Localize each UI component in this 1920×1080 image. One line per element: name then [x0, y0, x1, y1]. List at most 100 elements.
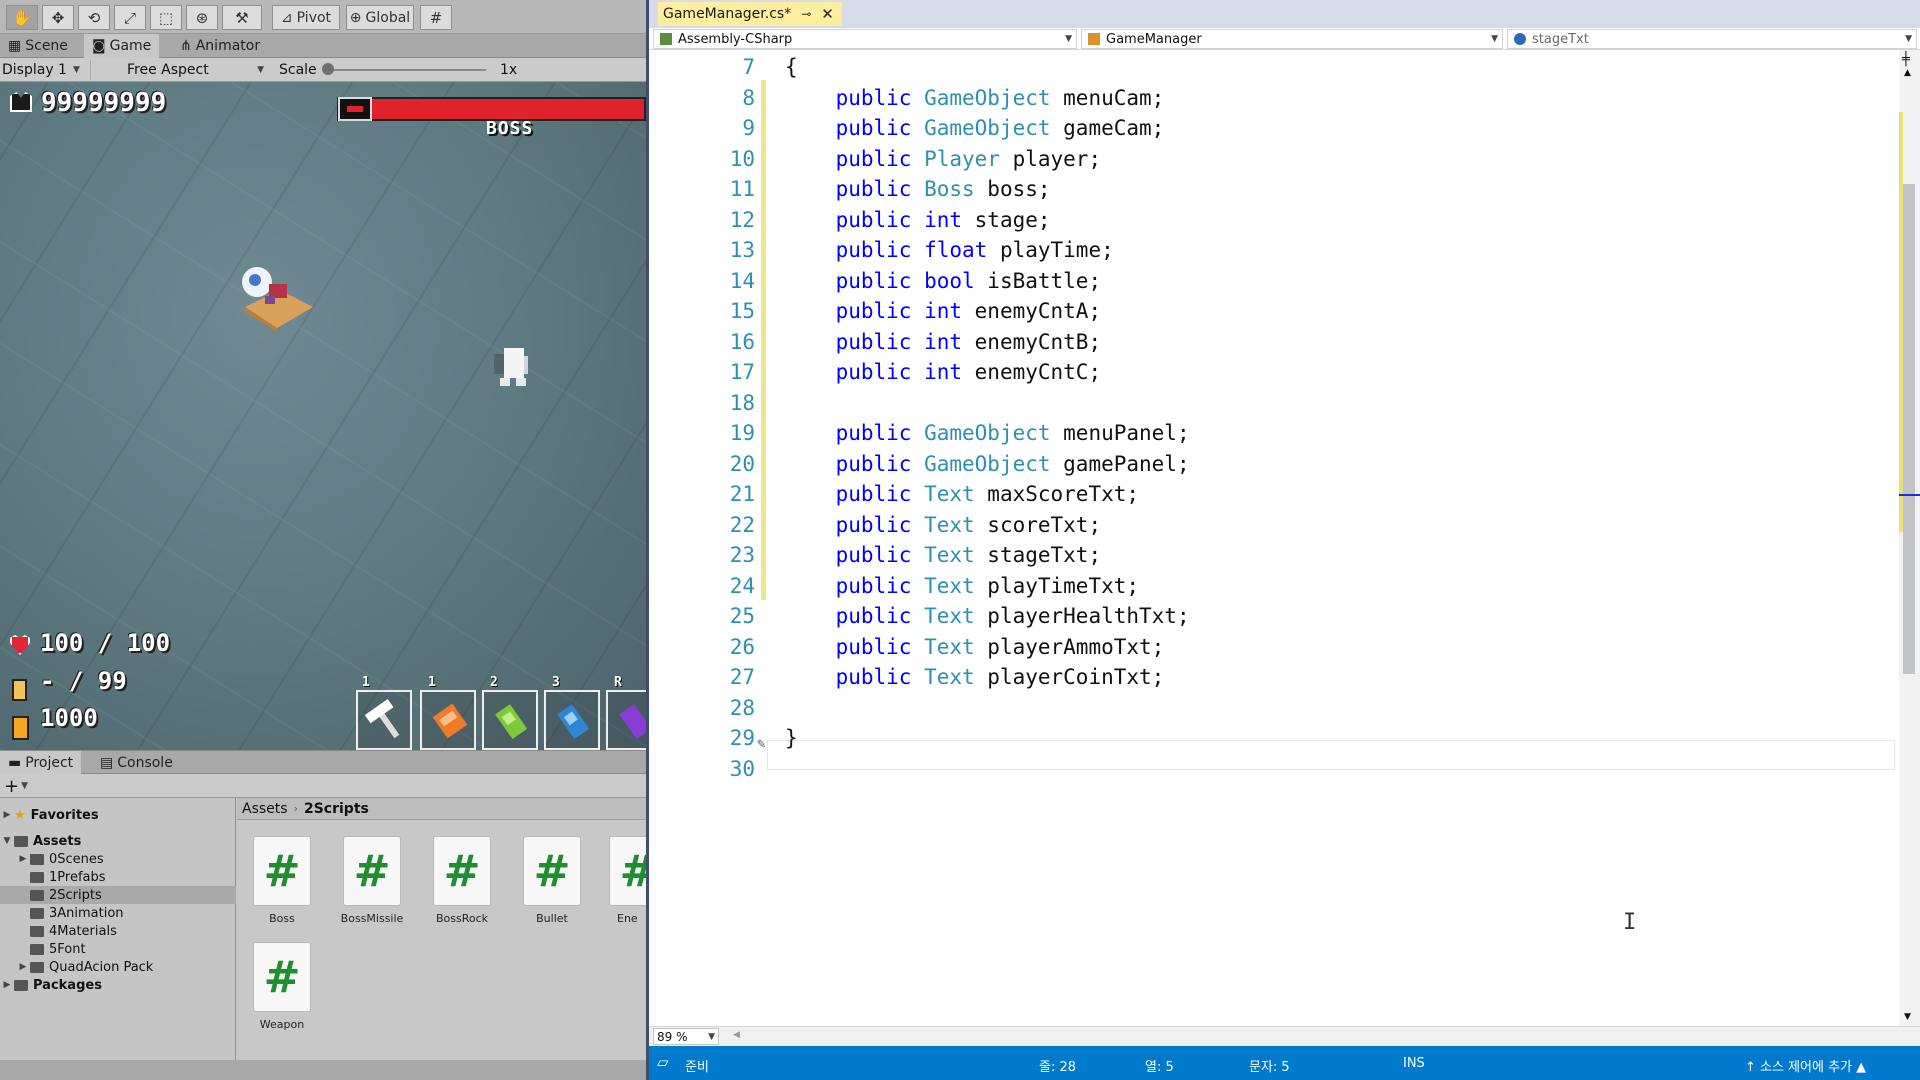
code-line[interactable]: public GameObject gameCam;: [785, 116, 1165, 140]
global-toggle[interactable]: ⊕ Global: [346, 5, 414, 30]
tree-item-folder[interactable]: 2Scripts: [0, 886, 236, 904]
code-line[interactable]: public Player player;: [785, 147, 1102, 171]
script-asset[interactable]: # Bullet: [507, 836, 597, 925]
keyword-token: public: [785, 512, 912, 537]
tab-game[interactable]: ◙ Game: [84, 34, 160, 58]
code-line[interactable]: public Text playTimeTxt;: [785, 574, 1139, 598]
code-line[interactable]: public Text playerHealthTxt;: [785, 604, 1190, 628]
custom-tool-button[interactable]: ⚒: [222, 5, 262, 30]
tree-item-packages[interactable]: ▶ Packages: [0, 976, 236, 994]
script-asset[interactable]: # BossRock: [417, 836, 507, 925]
game-view[interactable]: 99999999 BOSS 100 / 100 - / 99 1000 1 1 …: [0, 82, 646, 750]
type-token: GameObject: [911, 421, 1051, 445]
script-asset[interactable]: # Weapon: [237, 942, 327, 1031]
pivot-toggle[interactable]: ⊿ Pivot: [272, 5, 340, 30]
tree-item-label: 2Scripts: [49, 887, 102, 903]
tab-project[interactable]: ▬ Project: [0, 751, 82, 775]
scroll-up-icon[interactable]: ▲: [1904, 68, 1911, 78]
scroll-down-icon[interactable]: ▼: [1904, 1012, 1911, 1022]
keyword-token: public: [785, 604, 912, 628]
code-line[interactable]: public int stage;: [785, 208, 1051, 232]
breadcrumb-current[interactable]: 2Scripts: [304, 801, 369, 817]
rect-tool-button[interactable]: ⬚: [150, 5, 182, 30]
code-token: enemyCntC;: [962, 360, 1102, 384]
tab-console[interactable]: ▤ Console: [92, 751, 181, 775]
code-line[interactable]: public float playTime;: [785, 238, 1114, 262]
tree-item-folder[interactable]: 3Animation: [0, 904, 236, 922]
split-editor-icon[interactable]: ╪: [1902, 52, 1910, 67]
tree-item-folder[interactable]: 1Prefabs: [0, 868, 236, 886]
code-line[interactable]: public GameObject menuCam;: [785, 86, 1165, 110]
create-asset-button[interactable]: + ▼: [4, 776, 28, 797]
code-line[interactable]: public Text playerAmmoTxt;: [785, 635, 1165, 659]
code-line[interactable]: public Text playerCoinTxt;: [785, 665, 1165, 689]
script-asset[interactable]: # Boss: [237, 836, 327, 925]
code-line[interactable]: public GameObject gamePanel;: [785, 452, 1190, 476]
code-line[interactable]: }: [785, 726, 798, 750]
code-line[interactable]: public bool isBattle;: [785, 268, 1102, 293]
expand-arrow-icon[interactable]: ▶: [16, 962, 30, 972]
collapse-arrow-icon[interactable]: ▼: [0, 836, 14, 846]
script-asset[interactable]: # BossMissile: [327, 836, 417, 925]
scale-slider-handle[interactable]: [322, 63, 334, 75]
hand-tool-button[interactable]: ✋: [6, 5, 38, 30]
expand-arrow-icon[interactable]: ▶: [0, 810, 14, 820]
tab-scene[interactable]: ▦ Scene: [0, 34, 76, 58]
asset-name: BossMissile: [340, 912, 404, 925]
player-character: [494, 348, 528, 386]
source-control-button[interactable]: ↑ 소스 제어에 추가 ▲: [1745, 1056, 1866, 1075]
vertical-scrollbar[interactable]: ╪ ▲ ▼: [1899, 50, 1920, 1026]
keyword-token: int: [911, 299, 963, 323]
display-dropdown[interactable]: Display 1 ▼: [2, 60, 84, 80]
expand-arrow-icon[interactable]: ▶: [0, 980, 14, 990]
tree-item-folder[interactable]: 4Materials: [0, 922, 236, 940]
scene-icon: ▦: [8, 38, 22, 54]
code-editor[interactable]: ✎ 7 {8 public GameObject menuCam; 9 public…: [659, 50, 1895, 1026]
csharp-script-icon: #: [609, 836, 646, 906]
code-line[interactable]: {: [785, 55, 798, 79]
tab-gamemanager[interactable]: GameManager.cs* ⊸ ✕: [658, 2, 842, 26]
tree-item-favorites[interactable]: ▶ ★ Favorites: [0, 806, 236, 824]
chevron-down-icon: ▼: [1065, 34, 1072, 44]
scrollbar-thumb[interactable]: [1903, 184, 1915, 674]
pin-icon[interactable]: ⊸: [801, 7, 811, 21]
aspect-dropdown[interactable]: Free Aspect ▼: [90, 60, 268, 80]
code-line[interactable]: public int enemyCntC;: [785, 360, 1102, 384]
tree-item-folder[interactable]: ▶ QuadAcion Pack: [0, 958, 236, 976]
tree-item-folder[interactable]: ▶ 0Scenes: [0, 850, 236, 868]
scroll-left-icon[interactable]: ◀: [733, 1030, 740, 1040]
code-line[interactable]: public int enemyCntB;: [785, 330, 1102, 354]
coin-text: 1000: [40, 704, 98, 732]
scale-tool-button[interactable]: ⤢: [114, 5, 146, 30]
code-line[interactable]: public Text maxScoreTxt;: [785, 482, 1139, 506]
rotate-tool-button[interactable]: ⟲: [78, 5, 110, 30]
folder-icon: [30, 907, 44, 919]
line-number: 21: [729, 482, 755, 506]
keyword-token: bool: [911, 268, 975, 293]
tree-item-label: 0Scenes: [49, 851, 104, 867]
zoom-dropdown[interactable]: 89 % ▼: [653, 1028, 719, 1045]
code-line[interactable]: public GameObject menuPanel;: [785, 421, 1190, 445]
member-dropdown[interactable]: stageTxt ▼: [1507, 29, 1917, 49]
transform-tool-button[interactable]: ⊛: [186, 5, 218, 30]
code-line[interactable]: public Text stageTxt;: [785, 543, 1102, 567]
coin-icon: [12, 716, 29, 740]
tree-item-folder[interactable]: 5Font: [0, 940, 236, 958]
grid-snap-button[interactable]: #: [420, 5, 452, 30]
class-dropdown[interactable]: GameManager ▼: [1081, 29, 1503, 49]
move-tool-button[interactable]: ✥: [42, 5, 74, 30]
code-line[interactable]: public Boss boss;: [785, 177, 1051, 201]
code-line[interactable]: public Text scoreTxt;: [785, 512, 1102, 537]
tree-item-label: 5Font: [49, 941, 86, 957]
scale-slider-track[interactable]: [326, 69, 486, 71]
script-asset[interactable]: # Ene: [597, 836, 646, 925]
expand-arrow-icon[interactable]: ▶: [16, 854, 30, 864]
tree-item-assets[interactable]: ▼ Assets: [0, 832, 236, 850]
close-icon[interactable]: ✕: [821, 5, 834, 23]
code-line[interactable]: public int enemyCntA;: [785, 299, 1102, 323]
caret-marker: [1899, 494, 1920, 496]
project-dropdown[interactable]: Assembly-CSharp ▼: [653, 29, 1077, 49]
line-number: 19: [729, 421, 755, 445]
breadcrumb-assets[interactable]: Assets: [242, 801, 288, 817]
tab-animator[interactable]: ⋔ Animator: [172, 34, 268, 58]
